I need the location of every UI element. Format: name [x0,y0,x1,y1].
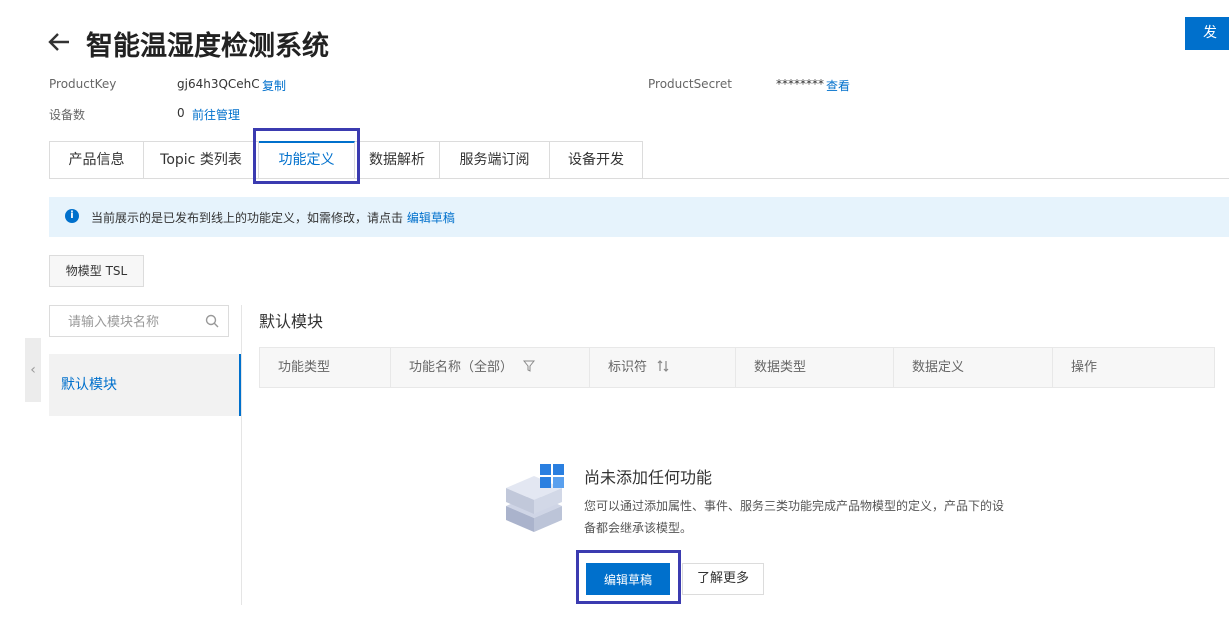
page-title: 智能温湿度检测系统 [86,31,329,62]
collapse-left-icon[interactable]: ‹ [25,338,41,402]
column-identifier[interactable]: 标识符 [590,348,736,387]
section-title: 默认模块 [259,312,324,331]
sidebar-divider [241,305,242,605]
tab-highlight-box [253,128,360,184]
manage-devices-link[interactable]: 前往管理 [192,106,240,123]
tsl-button[interactable]: 物模型 TSL [49,255,144,287]
module-search [49,305,229,337]
sidebar-item-default-module[interactable]: 默认模块 [49,354,241,416]
table-header: 功能类型 功能名称（全部） 标识符 数据类型 数据定义 操作 [259,347,1215,388]
search-icon[interactable] [205,314,219,328]
notice-bar: i 当前展示的是已发布到线上的功能定义，如需修改，请点击 编辑草稿 [49,197,1229,237]
tab-topic-list[interactable]: Topic 类列表 [144,141,259,179]
notice-message: 当前展示的是已发布到线上的功能定义，如需修改，请点击 [91,211,404,225]
module-search-input[interactable] [66,307,210,337]
column-identifier-label: 标识符 [608,360,648,375]
empty-state-title: 尚未添加任何功能 [584,468,713,487]
notice-edit-draft-link[interactable]: 编辑草稿 [407,211,455,225]
tab-device-development[interactable]: 设备开发 [550,141,643,179]
view-secret-link[interactable]: 查看 [826,77,850,94]
product-secret-value: ******** [776,77,824,91]
device-count-value: 0 [177,106,185,120]
learn-more-button[interactable]: 了解更多 [682,563,764,595]
copy-link[interactable]: 复制 [262,77,286,94]
filter-icon[interactable] [523,360,536,372]
back-arrow-icon[interactable] [48,32,70,56]
column-data-definition: 数据定义 [894,348,1053,387]
product-secret-label: ProductSecret [648,77,732,91]
column-function-type: 功能类型 [260,348,391,387]
column-function-name[interactable]: 功能名称（全部） [391,348,590,387]
empty-box-illustration [506,464,564,532]
publish-button[interactable]: 发 [1185,17,1229,50]
product-key-value: gj64h3QCehC [177,77,260,91]
tab-server-subscription[interactable]: 服务端订阅 [440,141,550,179]
column-actions: 操作 [1071,360,1098,375]
empty-state-description: 您可以通过添加属性、事件、服务三类功能完成产品物模型的定义，产品下的设备都会继承… [584,499,1005,535]
device-count-label: 设备数 [49,108,86,122]
column-data-type: 数据类型 [736,348,894,387]
tabs-divider [49,178,1229,179]
tab-data-parsing[interactable]: 数据解析 [355,141,440,179]
sort-icon[interactable] [657,360,669,372]
notice-text: 当前展示的是已发布到线上的功能定义，如需修改，请点击 编辑草稿 [91,209,455,226]
info-icon: i [65,209,79,223]
edit-draft-button[interactable]: 编辑草稿 [586,563,670,595]
product-key-label: ProductKey [49,77,117,91]
tab-product-info[interactable]: 产品信息 [49,141,144,179]
column-function-name-label: 功能名称（全部） [409,360,514,375]
